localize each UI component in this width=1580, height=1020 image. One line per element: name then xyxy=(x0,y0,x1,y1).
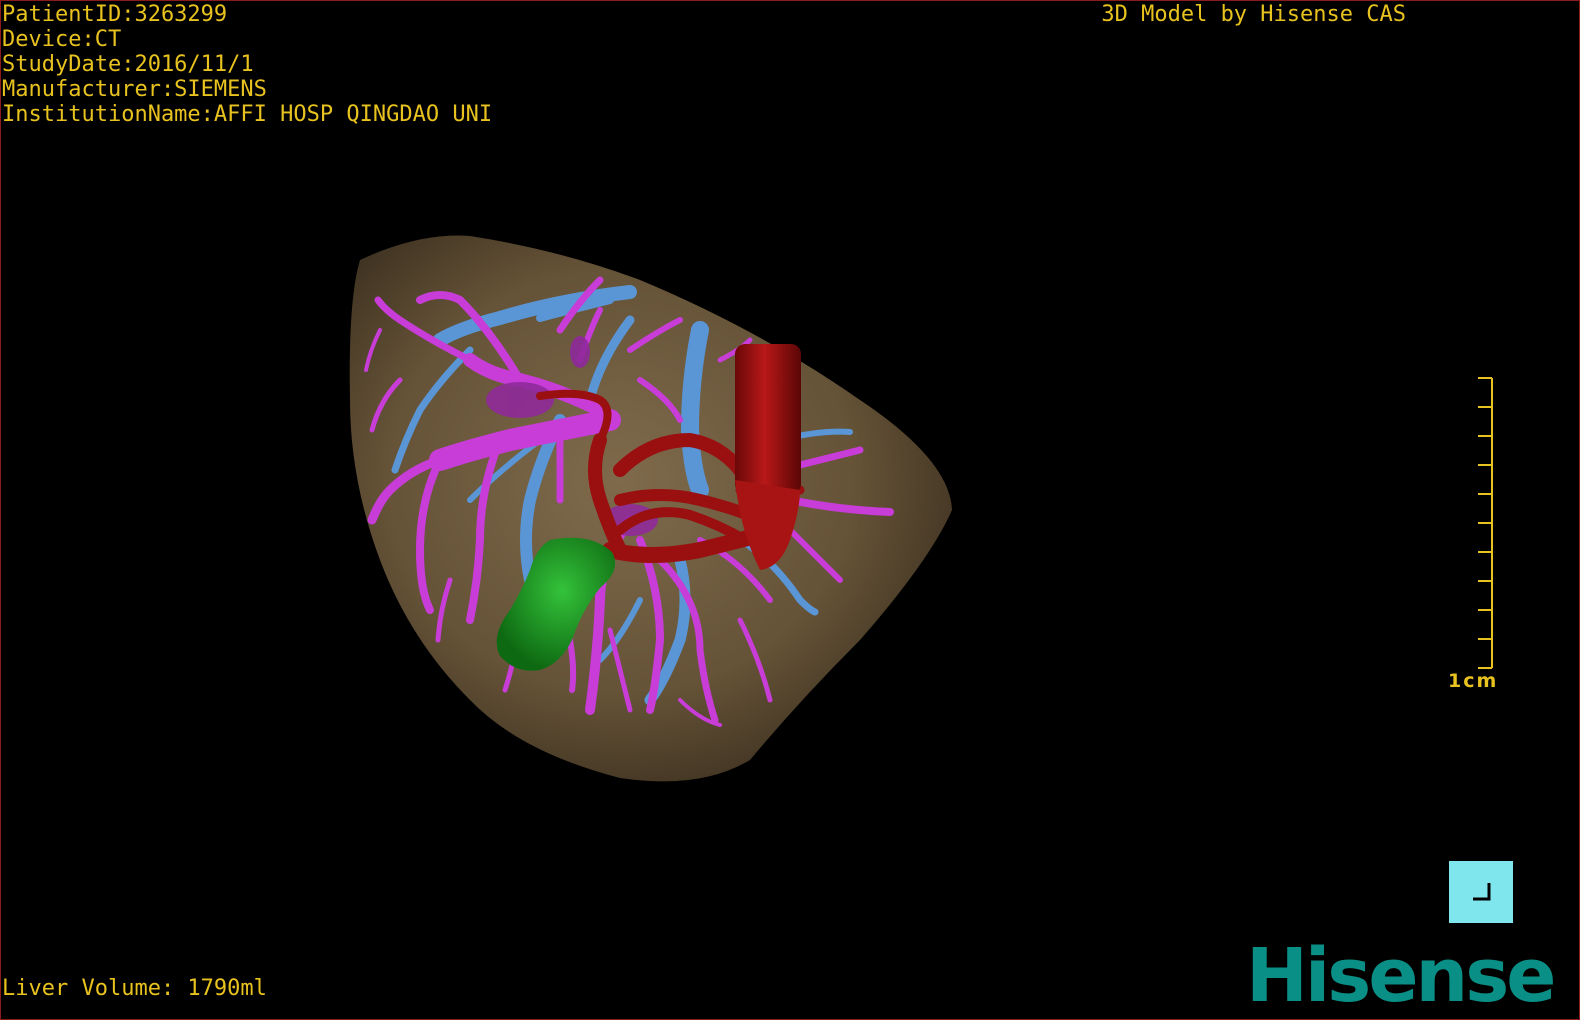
patient-id: PatientID:3263299 xyxy=(2,2,228,27)
scale-bar xyxy=(1478,377,1493,669)
liver-volume-readout: Liver Volume: 1790ml xyxy=(2,976,267,1001)
model-credit: 3D Model by Hisense CAS xyxy=(1101,2,1406,27)
corner-bracket-icon xyxy=(1473,883,1491,901)
reset-view-button[interactable] xyxy=(1449,861,1513,923)
3d-liver-model-viewport[interactable] xyxy=(0,0,1580,1020)
scale-bar-label: 1cm xyxy=(1448,670,1499,692)
hisense-logo: Hisense xyxy=(1246,933,1556,1019)
inferior-vena-cava xyxy=(735,344,801,494)
patient-info-overlay: PatientID:3263299 Device:CT StudyDate:20… xyxy=(2,2,492,127)
device: Device:CT xyxy=(2,27,122,52)
institution-name: InstitutionName:AFFI HOSP QINGDAO UNI xyxy=(2,102,493,127)
study-date: StudyDate:2016/11/1 xyxy=(2,52,254,77)
manufacturer: Manufacturer:SIEMENS xyxy=(2,77,267,102)
